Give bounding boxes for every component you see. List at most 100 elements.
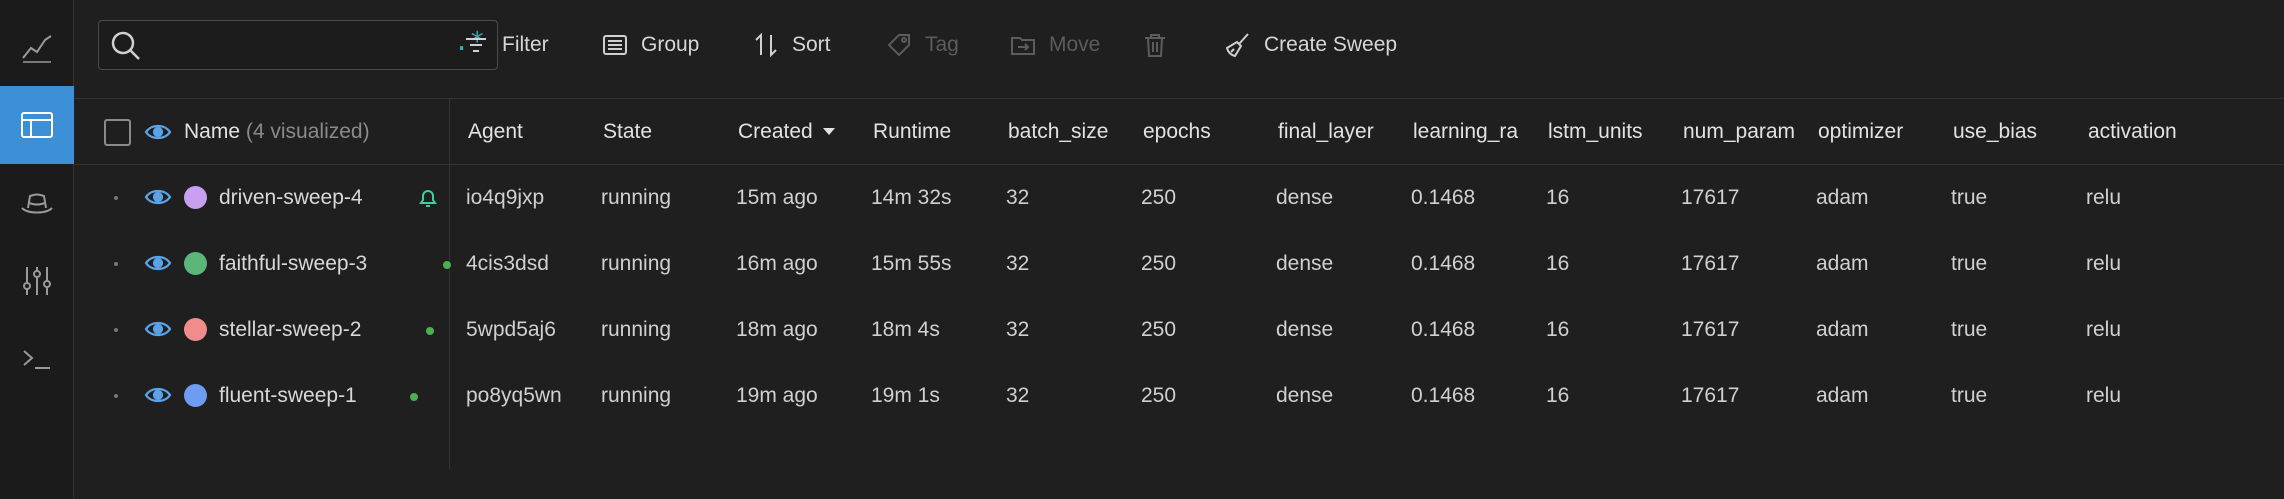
eye-icon[interactable] [144,385,172,405]
cell-created: 19m ago [736,384,818,407]
row-handle[interactable] [114,196,118,200]
search-box[interactable]: .* [98,20,498,70]
cell-created: 18m ago [736,318,818,341]
column-header[interactable]: final_layer [1278,99,1374,165]
cell-epochs: 250 [1141,318,1177,341]
terminal-nav-button[interactable] [0,320,74,398]
sweeps-nav-button[interactable] [0,242,74,320]
column-header[interactable]: activation [2088,99,2177,165]
cell-runtime: 14m 32s [871,186,952,209]
cell-learning-rate: 0.1468 [1411,318,1476,341]
cell-state: running [601,384,672,407]
group-label: Group [641,33,700,56]
chart-line-icon [22,35,52,63]
run-name[interactable]: fluent-sweep-1 [219,363,357,429]
cell-num-params: 17617 [1681,252,1740,275]
sort-button[interactable]: Sort [752,22,831,68]
cell-agent: po8yq5wn [466,384,562,407]
created-header-label: Created [738,120,813,143]
cell-use-bias: true [1951,318,1988,341]
cell-agent: io4q9jxp [466,186,545,209]
column-header[interactable]: optimizer [1818,99,1903,165]
visualized-count: (4 visualized) [245,120,370,143]
cell-lstm-units: 16 [1546,384,1570,407]
column-header[interactable]: lstm_units [1548,99,1643,165]
create-sweep-button[interactable]: Create Sweep [1224,22,1397,68]
cell-optimizer: adam [1816,252,1869,275]
tag-label: Tag [925,33,959,56]
cell-use-bias: true [1951,384,1988,407]
cell-optimizer: adam [1816,318,1869,341]
cell-num-params: 17617 [1681,186,1740,209]
move-button[interactable]: Move [1009,22,1100,68]
eye-icon[interactable] [144,319,172,339]
trash-icon [1145,34,1165,57]
filter-button[interactable]: Filter [462,22,549,68]
cell-batch-size: 32 [1006,384,1030,407]
run-color-swatch[interactable] [184,252,207,275]
table-row[interactable]: driven-sweep-4 io4q9jxp running 15m ago 14m … [74,165,2284,231]
terminal-icon [23,350,50,369]
run-color-swatch[interactable] [184,318,207,341]
cell-final-layer: dense [1276,186,1334,209]
name-header-label: Name [184,120,241,143]
column-header[interactable]: epochs [1143,99,1211,165]
table-row[interactable]: faithful-sweep-3 4cis3dsd running 16m ago 15… [74,231,2284,297]
row-handle[interactable] [114,328,118,332]
column-header[interactable]: learning_ra [1413,99,1531,165]
column-header[interactable]: batch_size [1008,99,1108,165]
cell-activation: relu [2086,384,2122,407]
column-header[interactable]: num_param [1683,99,1801,165]
hat-nav-button[interactable] [0,164,74,242]
toolbar: .* Filter Group Sort Tag Move Create Swe… [74,0,2284,99]
cell-created: 16m ago [736,252,818,275]
cell-epochs: 250 [1141,186,1177,209]
run-color-swatch[interactable] [184,186,207,209]
column-header[interactable]: State [603,99,652,165]
cell-runtime: 19m 1s [871,384,940,407]
sliders-icon [23,267,51,295]
delete-button[interactable] [1141,22,1169,68]
hat-icon [21,193,53,214]
name-column-header[interactable]: Name (4 visualized) [184,99,370,165]
select-all-checkbox[interactable] [104,119,131,146]
cell-batch-size: 32 [1006,318,1030,341]
created-column-header[interactable]: Created [738,99,835,165]
table-row[interactable]: stellar-sweep-2 5wpd5aj6 running 18m ago 18m… [74,297,2284,363]
eye-icon[interactable] [144,253,172,273]
charts-nav-button[interactable] [0,8,74,86]
cell-state: running [601,318,672,341]
run-color-swatch[interactable] [184,384,207,407]
broom-icon [1225,33,1249,58]
row-handle[interactable] [114,394,118,398]
column-header[interactable]: Agent [468,99,523,165]
cell-batch-size: 32 [1006,252,1030,275]
table-nav-button[interactable] [0,86,74,164]
eye-icon[interactable] [144,122,172,142]
column-header[interactable]: use_bias [1953,99,2037,165]
search-icon [111,31,140,60]
run-name[interactable]: driven-sweep-4 [219,165,363,231]
cell-runtime: 18m 4s [871,318,940,341]
tag-icon [887,34,910,57]
bell-icon[interactable] [416,186,440,210]
table-icon [21,112,53,138]
cell-optimizer: adam [1816,384,1869,407]
column-header[interactable]: Runtime [873,99,951,165]
cell-epochs: 250 [1141,384,1177,407]
table-row[interactable]: fluent-sweep-1 po8yq5wn running 19m ago 19m … [74,363,2284,429]
eye-icon[interactable] [144,187,172,207]
run-name[interactable]: faithful-sweep-3 [219,231,367,297]
cell-final-layer: dense [1276,252,1334,275]
cell-lstm-units: 16 [1546,186,1570,209]
tag-button[interactable]: Tag [885,22,959,68]
cell-activation: relu [2086,252,2122,275]
cell-activation: relu [2086,318,2122,341]
run-name[interactable]: stellar-sweep-2 [219,297,361,363]
row-handle[interactable] [114,262,118,266]
cell-lstm-units: 16 [1546,318,1570,341]
move-label: Move [1049,33,1101,56]
cell-lstm-units: 16 [1546,252,1570,275]
group-button[interactable]: Group [601,22,699,68]
cell-optimizer: adam [1816,186,1869,209]
